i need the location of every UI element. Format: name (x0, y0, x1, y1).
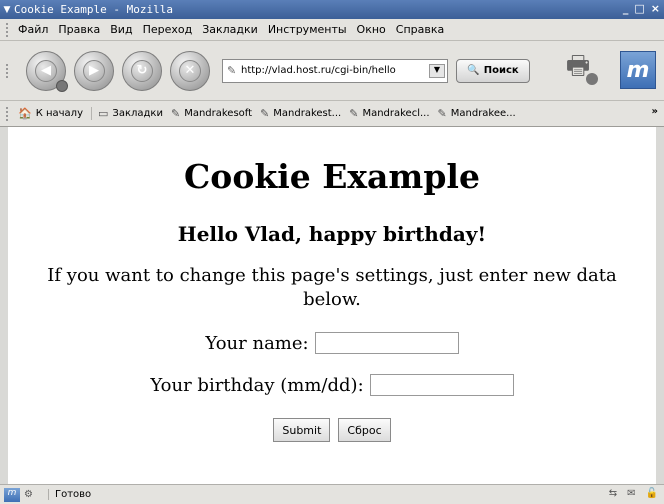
window-controls: _ □ × (623, 2, 660, 15)
bookmark-label: Mandrakee... (450, 108, 516, 119)
mandrake-logo: m (620, 51, 656, 89)
mail-icon[interactable]: ✉ (627, 488, 635, 499)
search-button[interactable]: 🔍 Поиск (456, 58, 530, 83)
back-button[interactable]: ◀ (26, 50, 68, 92)
back-arrow-icon: ◀ (35, 59, 57, 82)
bookmark-item[interactable]: ✎ Mandrakecl... (349, 107, 429, 120)
mandrake-status-icon[interactable]: m (4, 487, 20, 502)
url-bar[interactable]: ✎ http://vlad.host.ru/cgi-bin/hello ▼ (222, 58, 448, 83)
bookmark-label: Mandrakecl... (362, 108, 430, 119)
bookmarks-toolbar: 🏠 К началу ▭ Закладки ✎ Mandrakesoft ✎ M… (0, 101, 664, 127)
bookmark-home[interactable]: 🏠 К началу (18, 107, 83, 120)
printer-icon: 🖶 (565, 51, 591, 81)
window-titlebar: ▼ Cookie Example - Mozilla _ □ × (0, 0, 664, 19)
birthday-row: Your birthday (mm/dd): (8, 374, 656, 396)
menu-bookmarks[interactable]: Закладки (202, 23, 258, 36)
left-sidebar-gutter (0, 127, 8, 484)
page-proxy-icon[interactable]: ✎ (227, 64, 241, 77)
status-bar: m ⚙ Готово ⇆ ✉ 🔓 (0, 484, 664, 504)
window-title: Cookie Example - Mozilla (14, 3, 173, 16)
menu-view[interactable]: Вид (110, 23, 132, 36)
reset-button[interactable]: Сброс (338, 418, 391, 442)
print-dropdown[interactable] (586, 73, 598, 85)
bookmark-folder[interactable]: ▭ Закладки (91, 107, 163, 120)
reload-button[interactable]: ↻ (122, 50, 162, 91)
bookmark-item[interactable]: ✎ Mandrakest... (260, 107, 341, 120)
bookmark-item[interactable]: ✎ Mandrakee... (438, 107, 516, 120)
online-status-icon[interactable]: ⇆ (609, 488, 617, 499)
forward-arrow-icon: ▶ (83, 59, 105, 82)
bookmark-item[interactable]: ✎ Mandrakesoft (171, 107, 252, 120)
toolbar-grip[interactable] (6, 106, 10, 121)
birthday-label: Your birthday (mm/dd): (150, 374, 364, 396)
search-icon: 🔍 (467, 65, 480, 76)
scrollbar-gutter[interactable] (656, 127, 664, 484)
birthday-input[interactable] (369, 374, 514, 396)
bookmark-icon: ✎ (437, 107, 447, 120)
status-text: Готово (48, 489, 378, 500)
minimize-icon[interactable]: _ (623, 2, 629, 15)
menu-file[interactable]: Файл (18, 23, 48, 36)
name-input[interactable] (314, 332, 459, 354)
navigation-toolbar: ◀ ▶ ↻ ✕ ✎ http://vlad.host.ru/cgi-bin/he… (0, 41, 664, 101)
menu-window[interactable]: Окно (357, 23, 386, 36)
bookmark-icon: ✎ (260, 107, 270, 120)
bookmark-label: Mandrakesoft (184, 108, 253, 119)
page-content: Cookie Example Hello Vlad, happy birthda… (8, 127, 656, 484)
url-text[interactable]: http://vlad.host.ru/cgi-bin/hello (241, 65, 429, 76)
component-bar-icon[interactable]: ⚙ (24, 489, 42, 500)
menu-help[interactable]: Справка (396, 23, 444, 36)
url-dropdown-icon[interactable]: ▼ (429, 63, 445, 78)
bookmarks-overflow-icon[interactable]: » (652, 106, 658, 117)
security-lock-icon[interactable]: 🔓 (646, 488, 658, 499)
home-icon: 🏠 (18, 107, 32, 120)
name-row: Your name: (8, 332, 656, 354)
menu-go[interactable]: Переход (143, 23, 193, 36)
toolbar-grip[interactable] (6, 22, 10, 37)
print-button[interactable]: 🖶 (556, 47, 600, 91)
bookmark-icon: ✎ (349, 107, 359, 120)
bookmark-label: Mandrakest... (273, 108, 342, 119)
form-buttons: Submit Сброс (8, 418, 656, 442)
greeting-heading: Hello Vlad, happy birthday! (177, 222, 487, 246)
status-indicators: ⇆ ✉ 🔓 (609, 488, 658, 499)
window-menu-icon[interactable]: ▼ (0, 5, 14, 15)
forward-button[interactable]: ▶ (74, 50, 114, 91)
submit-button[interactable]: Submit (273, 418, 331, 442)
reload-icon: ↻ (131, 59, 153, 82)
menu-tools[interactable]: Инструменты (268, 23, 347, 36)
maximize-icon[interactable]: □ (634, 2, 644, 15)
folder-icon: ▭ (98, 107, 109, 120)
stop-button[interactable]: ✕ (170, 50, 210, 91)
menubar: Файл Правка Вид Переход Закладки Инструм… (0, 19, 664, 41)
stop-icon: ✕ (179, 59, 201, 82)
intro-text: If you want to change this page's settin… (47, 265, 617, 310)
toolbar-grip[interactable] (6, 63, 10, 78)
search-button-label: Поиск (483, 65, 519, 76)
name-label: Your name: (205, 332, 309, 354)
bookmark-folder-label: Закладки (112, 108, 163, 119)
back-history-dropdown[interactable] (56, 79, 68, 92)
page-heading: Cookie Example (184, 157, 480, 196)
close-icon[interactable]: × (651, 2, 660, 15)
bookmark-home-label: К началу (35, 108, 83, 119)
menu-edit[interactable]: Правка (58, 23, 100, 36)
bookmark-icon: ✎ (170, 107, 181, 120)
